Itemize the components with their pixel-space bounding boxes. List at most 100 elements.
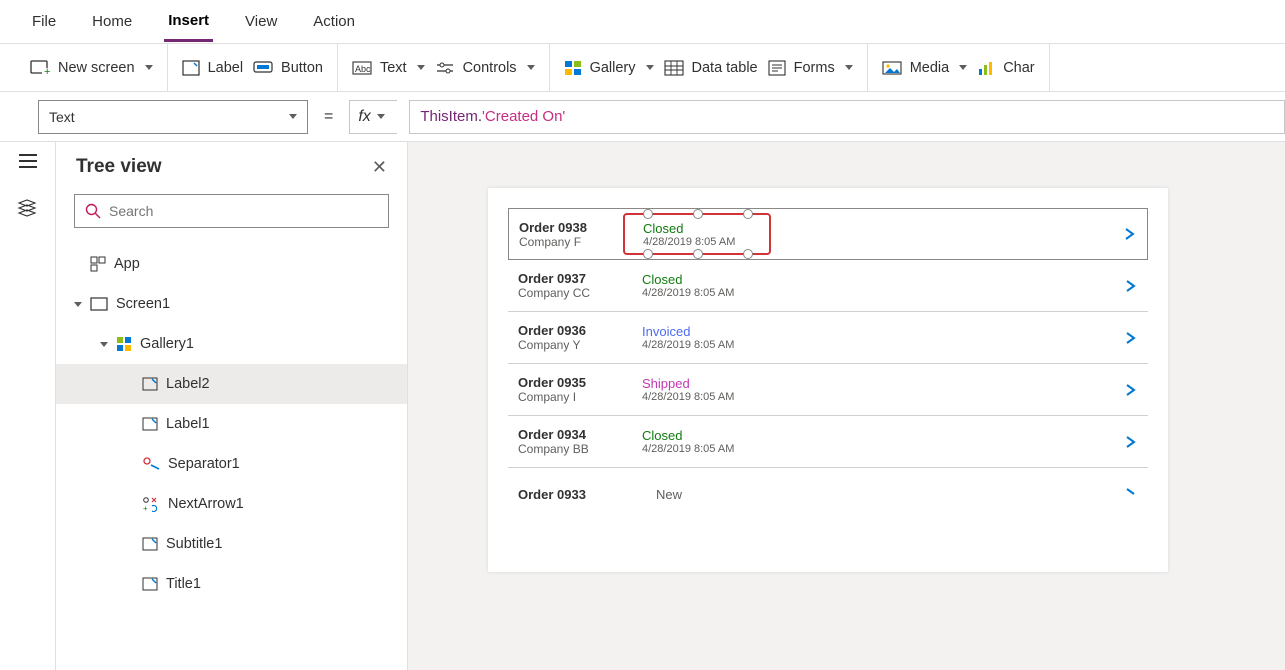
property-selector[interactable]: Text [38, 100, 308, 134]
tree-node-label: Gallery1 [140, 336, 194, 352]
chevron-down-icon [959, 65, 967, 70]
gallery-row[interactable]: Order 0937Company CC Closed4/28/2019 8:0… [508, 260, 1148, 312]
chevron-down-icon [527, 65, 535, 70]
menu-insert[interactable]: Insert [164, 2, 213, 42]
tree-node-label: Subtitle1 [166, 536, 222, 552]
gallery-row[interactable]: Order 0936Company Y Invoiced4/28/2019 8:… [508, 312, 1148, 364]
controls-icon [435, 61, 455, 75]
gallery-icon [564, 60, 582, 76]
formula-input[interactable]: ThisItem.'Created On' [409, 100, 1285, 134]
tree-view-panel: Tree view ✕ App Screen1 Gallery1 [56, 142, 408, 670]
charts-icon [977, 60, 995, 76]
row-subtitle: Company F [519, 235, 637, 249]
close-icon[interactable]: ✕ [372, 157, 387, 178]
label-button[interactable]: Label [182, 60, 243, 76]
tree-node-subtitle1[interactable]: Subtitle1 [56, 524, 407, 564]
charts-button[interactable]: Char [977, 60, 1034, 76]
charts-label: Char [1003, 60, 1034, 76]
canvas: Order 0938Company F Closed4/28/2019 8:05… [408, 142, 1285, 670]
gallery-row[interactable]: Order 0933 New [508, 468, 1148, 520]
row-status: Invoiced [642, 324, 776, 339]
tree-node-label1[interactable]: Label1 [56, 404, 407, 444]
svg-text:+: + [143, 504, 148, 512]
formula-token-prop: 'Created On' [482, 108, 565, 125]
forms-button[interactable]: Forms [768, 60, 853, 76]
chevron-down-icon [646, 65, 654, 70]
forms-label: Forms [794, 60, 835, 76]
hamburger-icon[interactable] [19, 154, 37, 168]
separator-icon [142, 457, 160, 471]
tree-node-label: Label1 [166, 416, 210, 432]
media-button[interactable]: Media [882, 60, 968, 76]
chevron-down-icon [377, 114, 385, 119]
screen-icon [90, 297, 108, 311]
menu-home[interactable]: Home [88, 3, 136, 40]
new-screen-label: New screen [58, 60, 135, 76]
next-arrow-icon[interactable] [1124, 383, 1138, 397]
app-icon [90, 256, 106, 272]
forms-icon [768, 60, 786, 76]
chevron-down-icon [145, 65, 153, 70]
controls-button[interactable]: Controls [435, 60, 535, 76]
media-label: Media [910, 60, 950, 76]
row-title: Order 0934 [518, 427, 636, 442]
text-icon: Abc [352, 61, 372, 75]
label-icon [142, 377, 158, 391]
property-selector-value: Text [49, 109, 75, 125]
icons-icon: + [142, 496, 160, 512]
search-icon [85, 203, 101, 219]
tree-node-separator1[interactable]: Separator1 [56, 444, 407, 484]
next-arrow-icon[interactable] [1123, 227, 1137, 241]
gallery-row[interactable]: Order 0938Company F Closed4/28/2019 8:05… [508, 208, 1148, 260]
tree-node-gallery1[interactable]: Gallery1 [56, 324, 407, 364]
tree-node-label: NextArrow1 [168, 496, 244, 512]
tree-node-app[interactable]: App [56, 244, 407, 284]
gallery-button[interactable]: Gallery [564, 60, 654, 76]
next-arrow-icon[interactable] [1124, 279, 1138, 293]
next-arrow-icon[interactable] [1124, 435, 1138, 449]
row-date: 4/28/2019 8:05 AM [642, 443, 776, 455]
datatable-label: Data table [692, 60, 758, 76]
tree-node-nextarrow1[interactable]: + NextArrow1 [56, 484, 407, 524]
gallery-row[interactable]: Order 0935Company I Shipped4/28/2019 8:0… [508, 364, 1148, 416]
button-button[interactable]: Button [253, 60, 323, 76]
tree-node-title1[interactable]: Title1 [56, 564, 407, 604]
row-subtitle: Company Y [518, 338, 636, 352]
tree-search[interactable] [74, 194, 389, 228]
svg-text:Abc: Abc [355, 64, 371, 74]
formula-bar: Text = fx ThisItem.'Created On' [0, 92, 1285, 142]
app-preview: Order 0938Company F Closed4/28/2019 8:05… [488, 188, 1168, 572]
text-button[interactable]: Abc Text [352, 60, 425, 76]
fx-button[interactable]: fx [349, 100, 397, 134]
caret-icon [100, 342, 108, 347]
tree-view-title: Tree view [76, 156, 162, 178]
menu-file[interactable]: File [28, 3, 60, 40]
controls-label: Controls [463, 60, 517, 76]
caret-icon [74, 302, 82, 307]
next-arrow-icon[interactable] [1124, 487, 1138, 501]
treeview-rail-button[interactable] [0, 194, 50, 222]
tree-node-label2[interactable]: Label2 [56, 364, 407, 404]
chevron-down-icon [845, 65, 853, 70]
row-subtitle: Company CC [518, 286, 636, 300]
new-screen-button[interactable]: + New screen [30, 60, 153, 76]
menu-action[interactable]: Action [309, 3, 359, 40]
button-icon [253, 61, 273, 75]
tree-node-screen1[interactable]: Screen1 [56, 284, 407, 324]
menu-view[interactable]: View [241, 3, 281, 40]
next-arrow-icon[interactable] [1124, 331, 1138, 345]
chevron-down-icon [417, 65, 425, 70]
gallery-row[interactable]: Order 0934Company BB Closed4/28/2019 8:0… [508, 416, 1148, 468]
datatable-button[interactable]: Data table [664, 60, 758, 76]
menubar: File Home Insert View Action [0, 0, 1285, 44]
row-date: 4/28/2019 8:05 AM [642, 339, 776, 351]
gallery-control[interactable]: Order 0938Company F Closed4/28/2019 8:05… [508, 208, 1148, 520]
left-rail [0, 142, 56, 670]
row-subtitle: Company I [518, 390, 636, 404]
row-date: 4/28/2019 8:05 AM [643, 236, 777, 248]
formula-token-this: ThisItem [420, 108, 478, 125]
tree-search-input[interactable] [109, 203, 378, 219]
row-title: Order 0937 [518, 271, 636, 286]
gallery-label: Gallery [590, 60, 636, 76]
equals-label: = [320, 108, 337, 126]
